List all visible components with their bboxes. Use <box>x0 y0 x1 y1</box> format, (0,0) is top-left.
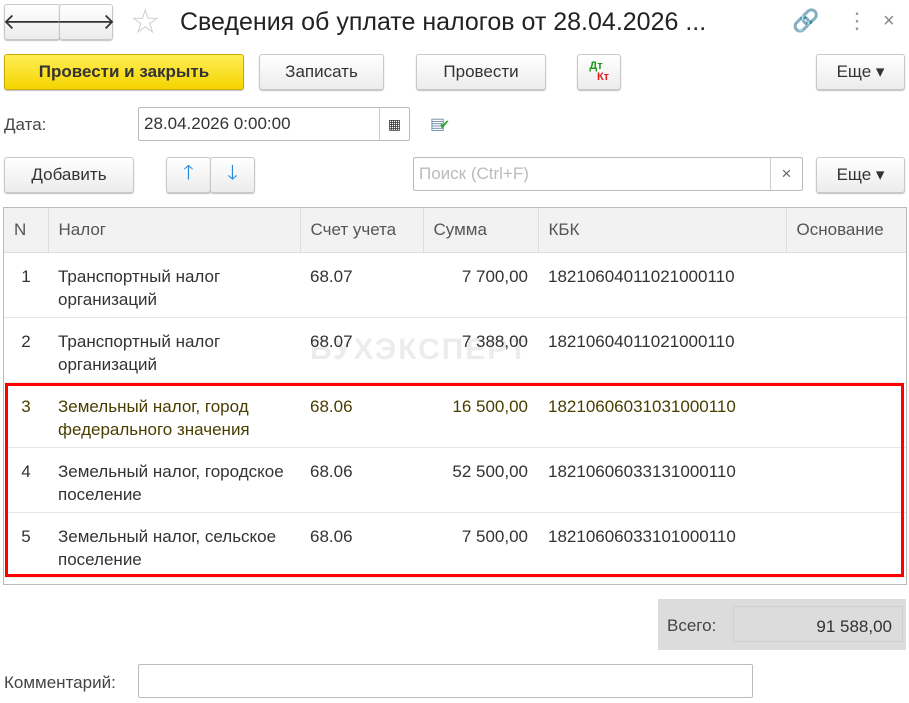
col-kbk[interactable]: КБК <box>538 208 787 253</box>
cell-tax: Транспортный налог организаций <box>48 252 300 318</box>
document-check-icon[interactable]: ▤✔ <box>430 114 450 134</box>
total-panel: Всего: 91 588,00 <box>658 599 906 650</box>
col-sum[interactable]: Сумма <box>423 208 539 253</box>
close-button[interactable]: × <box>883 10 895 33</box>
table-row[interactable]: 1 Транспортный налог организаций 68.07 7 70… <box>4 252 906 318</box>
date-input[interactable]: 28.04.2026 0:00:00 ▦ <box>138 107 410 141</box>
calendar-icon[interactable]: ▦ <box>379 108 409 140</box>
cell-account: 68.07 <box>300 252 423 318</box>
table-more-button[interactable]: Еще ▾ <box>816 157 905 193</box>
star-icon[interactable]: ☆ <box>130 2 160 42</box>
back-button[interactable]: 🡐 <box>2 4 62 40</box>
col-n[interactable]: N <box>4 208 49 253</box>
date-label: Дата: <box>4 115 47 134</box>
cell-sum: 7 700,00 <box>423 252 538 318</box>
cell-kbk: 18210604011021000110 <box>538 252 786 318</box>
col-tax[interactable]: Налог <box>48 208 301 253</box>
cell-basis <box>786 252 906 318</box>
dt-kt-button[interactable]: Дт Кт <box>577 54 621 90</box>
kt-label: Кт <box>596 71 610 83</box>
post-button[interactable]: Провести <box>416 54 546 90</box>
arrow-up-icon: 🡑 <box>183 162 194 184</box>
forward-button[interactable]: 🡒 <box>56 4 116 40</box>
watermark: БУХЭКСПЕРТ <box>310 333 530 366</box>
cell-n: 1 <box>4 252 48 318</box>
arrow-left-icon: 🡐 <box>2 9 62 34</box>
cell-kbk: 18210604011021000110 <box>538 317 786 383</box>
save-button[interactable]: Записать <box>259 54 384 90</box>
cell-basis <box>786 317 906 383</box>
total-label: Всего: <box>667 616 717 635</box>
col-account[interactable]: Счет учета <box>300 208 424 253</box>
highlight-box <box>5 383 904 577</box>
link-icon[interactable]: 🔗 <box>792 8 819 34</box>
move-up-button[interactable]: 🡑 <box>166 157 211 193</box>
search-input[interactable]: Поиск (Ctrl+F) × <box>413 157 803 191</box>
cell-tax: Транспортный налог организаций <box>48 317 300 383</box>
table-header: N Налог Счет учета Сумма КБК Основание <box>4 208 906 253</box>
col-basis[interactable]: Основание <box>786 208 906 253</box>
clear-search-button[interactable]: × <box>770 158 802 190</box>
post-and-close-button[interactable]: Провести и закрыть <box>4 54 244 90</box>
arrow-right-icon: 🡒 <box>56 9 116 34</box>
more-button[interactable]: Еще ▾ <box>816 54 905 90</box>
date-value: 28.04.2026 0:00:00 <box>144 114 291 133</box>
move-down-button[interactable]: 🡓 <box>210 157 255 193</box>
comment-label: Комментарий: <box>4 673 116 692</box>
menu-dots-icon[interactable]: ⋮ <box>846 8 868 34</box>
add-button[interactable]: Добавить <box>4 157 134 193</box>
page-title: Сведения об уплате налогов от 28.04.2026… <box>180 8 707 36</box>
cell-n: 2 <box>4 317 48 383</box>
total-value: 91 588,00 <box>733 606 903 642</box>
comment-input[interactable] <box>138 664 753 698</box>
arrow-down-icon: 🡓 <box>227 162 238 184</box>
search-placeholder: Поиск (Ctrl+F) <box>419 164 529 183</box>
